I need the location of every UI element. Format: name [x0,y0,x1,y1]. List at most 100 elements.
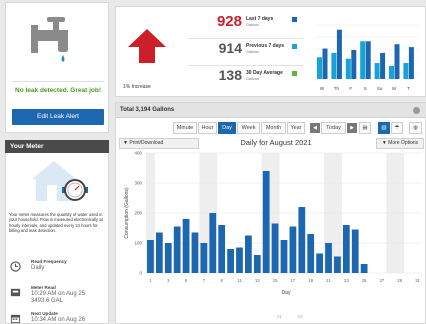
meter-card: Your meter measures the quantity of wate… [5,153,109,324]
stat-prev7-unit: Gallons [246,50,259,54]
x-tick-label: 17 [291,278,296,283]
x-tick-label: 29 [397,278,402,283]
read-frequency-value: Daily [31,265,45,271]
more-options-button[interactable]: ▼ More Options [376,138,424,149]
mini-bar-previous [331,52,337,79]
x-tick-label: 25 [362,278,367,283]
meter-read-row: Meter Read 10:29 AM on Aug 25 3493.6 GAL [9,283,107,307]
weekly-comparison-chart: W Th F S Su M T [315,24,419,91]
divider [188,65,303,66]
mini-bar-current [380,52,386,79]
stat-average-unit: Gallons [246,77,259,81]
print-download-button[interactable]: ▼ Print/Download [119,138,199,149]
extra-tick-label: 7/1 [276,315,281,319]
meter-read-value: 3493.6 GAL [31,298,64,304]
mini-day-label: Th [334,86,340,91]
stat-prev7-value: 914 [218,40,242,56]
y-tick-label: 300 [134,181,142,186]
mini-bar-current [336,29,342,79]
chart-bar [262,171,270,273]
chart-bar [209,213,217,273]
divider [12,81,104,82]
change-text: 1% Increase [123,84,151,90]
edit-leak-alert-button[interactable]: Edit Leak Alert [12,109,104,125]
next-update-label: Next Update [31,311,58,316]
prev-arrow-icon[interactable]: ◀ [310,123,320,133]
y-tick-label: 100 [134,241,142,246]
read-frequency-row: Read Frequency Daily [9,257,107,281]
chart-bar [360,264,368,273]
mini-bar-previous [374,63,380,79]
globe-icon[interactable]: ◍ [409,122,422,134]
chart-bar [182,219,190,273]
x-tick-label: 1 [149,278,152,283]
gear-icon[interactable] [413,107,420,114]
tab-month[interactable]: Month [261,122,286,134]
chart-bar [200,243,208,273]
meter-header: Your Meter [5,140,109,153]
chart-bar [334,256,341,273]
stat-last7-label: Last 7 days [246,16,274,22]
chart-bar [236,247,243,273]
legend-square-cyan [292,44,297,49]
x-tick-label: 15 [273,278,278,283]
calendar-icon [10,314,21,324]
mini-bar-previous [345,58,351,79]
y-tick-label: 400 [134,151,142,156]
next-arrow-icon[interactable]: ▶ [347,123,357,133]
mini-bar-current [394,44,400,79]
x-tick-label: 5 [185,278,188,283]
chart-bar [280,240,288,273]
x-tick-label: 7 [203,278,206,283]
leak-status-text: No leak detected. Great job! [15,87,101,94]
mini-bar-current [365,41,371,79]
stats-card: 1% Increase 928 Last 7 days Gallons 914 … [115,6,426,97]
mini-day-label: W [320,86,325,91]
mini-bar-current [408,47,414,79]
chart-bar [271,223,279,273]
chart-bar [191,232,199,273]
increase-arrow-icon [128,29,166,63]
mini-day-label: S [364,86,367,91]
chart-bar [298,207,306,273]
stat-prev7: 914 Previous 7 days Gallons [188,40,306,68]
chart-bar [173,226,181,273]
stat-last7-unit: Gallons [246,23,259,27]
tab-week[interactable]: Week [237,122,260,134]
chart-bar [316,253,323,273]
left-column: No leak detected. Great job! Edit Leak A… [0,0,111,324]
chart-bar [307,234,315,273]
today-button[interactable]: Today [321,122,346,134]
x-tick-label: 19 [308,278,313,283]
tab-year[interactable]: Year [287,122,305,134]
mini-day-label: Su [377,86,383,91]
mini-day-label: F [349,86,352,91]
legend-square-green [292,71,297,76]
chart-bar [164,243,172,273]
bar-chart-icon[interactable]: ▥ [378,122,390,134]
stat-last7: 928 Last 7 days Gallons [188,13,306,41]
chart-bar [253,255,261,273]
tab-minute[interactable]: Minute [173,122,197,134]
chart-bar [227,249,234,273]
x-tick-label: 3 [167,278,170,283]
read-frequency-label: Read Frequency [31,259,67,264]
y-tick-label: 0 [139,271,142,276]
x-tick-label: 23 [344,278,349,283]
chart-bar [351,229,359,273]
panel-title: Total 3,194 Gallons [116,103,426,118]
tab-day[interactable]: Day [218,122,236,134]
faucet-icon [31,17,68,62]
extra-tick-label: 7/2 [297,315,302,319]
chart-bar [342,225,350,273]
y-tick-label: 200 [134,211,142,216]
clock-icon [10,261,21,272]
leak-card: No leak detected. Great job! Edit Leak A… [5,2,109,133]
weather-icon[interactable]: ☂ [391,122,403,134]
x-tick-label: 31 [415,278,420,283]
chart-subbar: ▼ Print/Download Daily for August 2021 ▼… [116,137,426,150]
tab-hour[interactable]: Hour [198,122,217,134]
daily-usage-chart: 0100200300400Consumption (Gallons)1 3 5 7 9 1… [124,151,422,319]
usage-panel: Total 3,194 Gallons Minute Hour Day Week… [115,102,426,324]
table-view-icon[interactable]: ▤ [359,122,371,134]
